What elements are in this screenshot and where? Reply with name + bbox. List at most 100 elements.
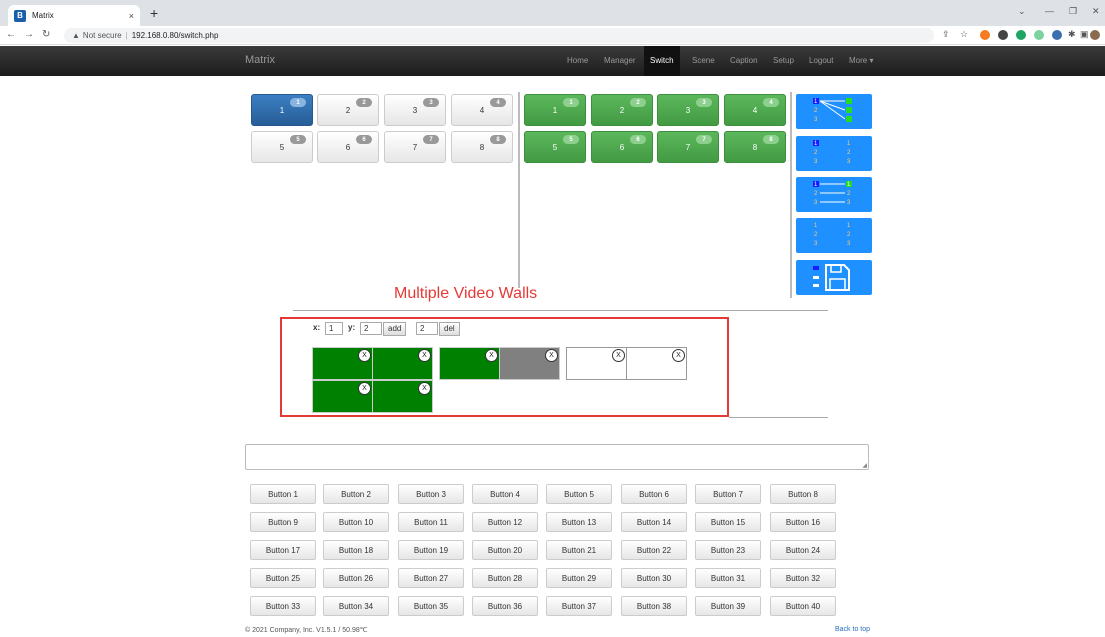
wall-cell[interactable]: X (312, 380, 373, 413)
add-wall-button[interactable]: add (383, 322, 407, 336)
output-button-1[interactable]: 1 1 (524, 94, 586, 126)
input-button-3[interactable]: 3 3 (384, 94, 446, 126)
x-input[interactable]: 1 (325, 322, 343, 335)
scene-button-7[interactable]: Button 7 (695, 484, 761, 504)
scene-button-4[interactable]: Button 4 (472, 484, 538, 504)
scene-button-29[interactable]: Button 29 (546, 568, 612, 588)
remove-cell-icon[interactable]: X (358, 382, 371, 395)
bookmark-star-icon[interactable]: ☆ (960, 29, 968, 40)
extension-4-icon[interactable] (1034, 30, 1044, 40)
input-button-2[interactable]: 2 2 (317, 94, 379, 126)
minimize-icon[interactable]: — (1045, 6, 1054, 16)
scene-button-1[interactable]: Button 1 (250, 484, 316, 504)
forward-arrow-icon[interactable]: → (24, 29, 34, 40)
new-tab-icon[interactable]: + (150, 5, 158, 21)
scene-button-8[interactable]: Button 8 (770, 484, 836, 504)
nav-scene[interactable]: Scene (686, 46, 721, 76)
scene-button-10[interactable]: Button 10 (323, 512, 389, 532)
remove-cell-icon[interactable]: X (612, 349, 625, 362)
resize-handle-icon[interactable]: ◢ (862, 462, 867, 469)
input-button-5[interactable]: 5 5 (251, 131, 313, 163)
save-button[interactable] (796, 260, 872, 295)
nav-home[interactable]: Home (561, 46, 594, 76)
scene-button-9[interactable]: Button 9 (250, 512, 316, 532)
extension-3-icon[interactable] (1016, 30, 1026, 40)
wall-cell[interactable]: X (499, 347, 560, 380)
scene-button-31[interactable]: Button 31 (695, 568, 761, 588)
browser-tab[interactable]: B Matrix × (8, 5, 140, 26)
y-input[interactable]: 2 (360, 322, 382, 335)
output-button-3[interactable]: 3 3 (657, 94, 719, 126)
scene-button-12[interactable]: Button 12 (472, 512, 538, 532)
scene-button-19[interactable]: Button 19 (398, 540, 464, 560)
nav-manager[interactable]: Manager (598, 46, 642, 76)
scene-button-11[interactable]: Button 11 (398, 512, 464, 532)
mode-one-to-one-button[interactable]: 1 2 3 1 2 3 (796, 177, 872, 212)
input-button-6[interactable]: 6 6 (317, 131, 379, 163)
remove-cell-icon[interactable]: X (672, 349, 685, 362)
extension-2-icon[interactable] (998, 30, 1008, 40)
sidepanel-icon[interactable]: ▣ (1080, 29, 1089, 40)
scene-button-20[interactable]: Button 20 (472, 540, 538, 560)
scene-button-15[interactable]: Button 15 (695, 512, 761, 532)
profile-avatar-icon[interactable] (1090, 30, 1100, 40)
brand[interactable]: Matrix (245, 54, 275, 66)
nav-caption[interactable]: Caption (724, 46, 764, 76)
scene-button-37[interactable]: Button 37 (546, 596, 612, 616)
mode-columns-button[interactable]: 1 2 3 1 2 3 (796, 136, 872, 171)
wall-cell[interactable]: X (312, 347, 373, 380)
mode-clear-button[interactable]: 1 2 3 1 2 3 (796, 218, 872, 253)
scene-button-5[interactable]: Button 5 (546, 484, 612, 504)
scene-button-17[interactable]: Button 17 (250, 540, 316, 560)
input-button-4[interactable]: 4 4 (451, 94, 513, 126)
wall-cell[interactable]: X (626, 347, 687, 380)
scene-button-30[interactable]: Button 30 (621, 568, 687, 588)
input-button-7[interactable]: 7 7 (384, 131, 446, 163)
back-arrow-icon[interactable]: ← (6, 29, 16, 40)
scene-button-35[interactable]: Button 35 (398, 596, 464, 616)
scene-button-34[interactable]: Button 34 (323, 596, 389, 616)
scene-button-24[interactable]: Button 24 (770, 540, 836, 560)
tab-search-icon[interactable]: ⌄ (1018, 6, 1026, 17)
scene-button-16[interactable]: Button 16 (770, 512, 836, 532)
remove-cell-icon[interactable]: X (485, 349, 498, 362)
scene-button-39[interactable]: Button 39 (695, 596, 761, 616)
remove-cell-icon[interactable]: X (418, 349, 431, 362)
scene-button-32[interactable]: Button 32 (770, 568, 836, 588)
wall-cell[interactable]: X (566, 347, 627, 380)
output-button-2[interactable]: 2 2 (591, 94, 653, 126)
scene-button-26[interactable]: Button 26 (323, 568, 389, 588)
restore-icon[interactable]: ❐ (1069, 6, 1077, 17)
scene-button-6[interactable]: Button 6 (621, 484, 687, 504)
nav-setup[interactable]: Setup (767, 46, 800, 76)
mode-route-fanout-button[interactable]: 1 2 3 (796, 94, 872, 129)
wall-cell[interactable]: X (372, 347, 433, 380)
nav-more[interactable]: More ▾ (843, 46, 879, 76)
remove-cell-icon[interactable]: X (418, 382, 431, 395)
scene-button-28[interactable]: Button 28 (472, 568, 538, 588)
input-button-1[interactable]: 1 1 (251, 94, 313, 126)
url-omnibox[interactable]: ▲ Not secure | 192.168.0.80/switch.php (64, 28, 934, 43)
caption-textarea[interactable]: ◢ (245, 444, 869, 470)
wall-cell[interactable]: X (372, 380, 433, 413)
extensions-puzzle-icon[interactable]: ✱ (1068, 29, 1076, 40)
extension-5-icon[interactable] (1052, 30, 1062, 40)
output-button-6[interactable]: 6 6 (591, 131, 653, 163)
del-index-input[interactable]: 2 (416, 322, 438, 335)
scene-button-2[interactable]: Button 2 (323, 484, 389, 504)
output-button-7[interactable]: 7 7 (657, 131, 719, 163)
close-window-icon[interactable]: ✕ (1092, 6, 1100, 17)
output-button-8[interactable]: 8 8 (724, 131, 786, 163)
scene-button-18[interactable]: Button 18 (323, 540, 389, 560)
extension-1-icon[interactable] (980, 30, 990, 40)
scene-button-21[interactable]: Button 21 (546, 540, 612, 560)
scene-button-36[interactable]: Button 36 (472, 596, 538, 616)
scene-button-40[interactable]: Button 40 (770, 596, 836, 616)
scene-button-27[interactable]: Button 27 (398, 568, 464, 588)
scene-button-25[interactable]: Button 25 (250, 568, 316, 588)
nav-logout[interactable]: Logout (803, 46, 839, 76)
share-icon[interactable]: ⇪ (942, 29, 950, 40)
scene-button-13[interactable]: Button 13 (546, 512, 612, 532)
output-button-4[interactable]: 4 4 (724, 94, 786, 126)
scene-button-38[interactable]: Button 38 (621, 596, 687, 616)
